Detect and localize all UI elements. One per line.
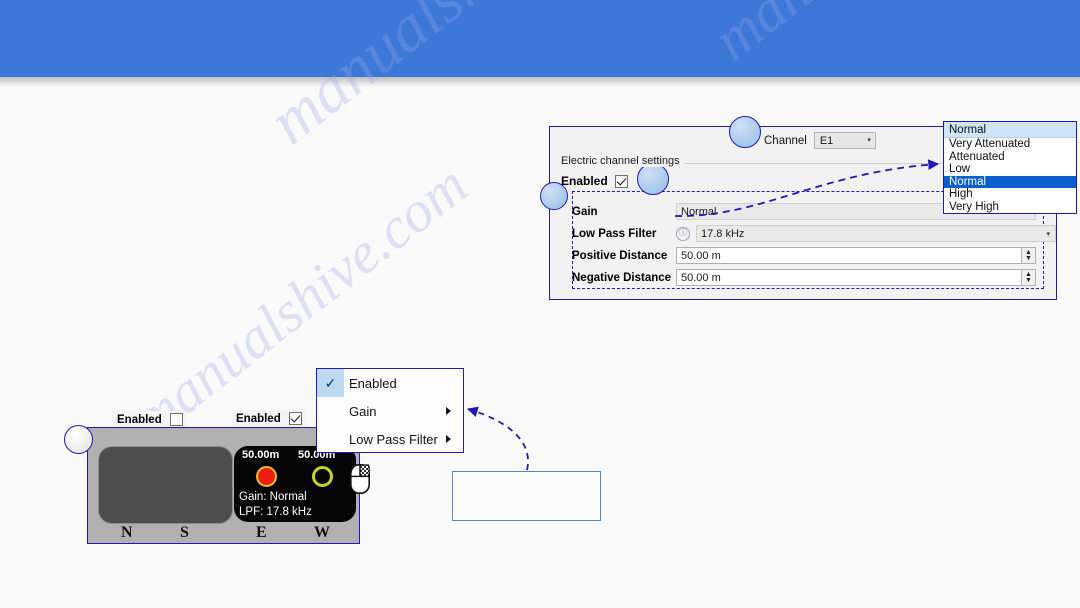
context-menu-label-low-pass-filter: Low Pass Filter — [349, 431, 438, 447]
gain-dropdown-list[interactable]: Normal Very Attenuated Attenuated Low No… — [943, 121, 1077, 214]
right-channel-display[interactable]: 50.00m 50.00m Gain: Normal LPF: 17.8 kHz — [234, 446, 356, 522]
callout-circle-settings — [637, 163, 669, 195]
submenu-arrow-icon — [446, 435, 451, 443]
field-label-gain: Gain — [572, 205, 598, 218]
field-label-low-pass-filter: Low Pass Filter — [572, 227, 657, 240]
led-indicator-yellow — [312, 466, 333, 487]
widget-enabled-right: Enabled — [232, 410, 306, 427]
channel-dropdown[interactable]: E1 ▾ — [813, 132, 876, 149]
context-menu-label-enabled: Enabled — [349, 375, 397, 391]
channel-label: Channel — [764, 134, 807, 147]
chevron-down-icon: ▾ — [867, 137, 871, 144]
gain-option-very-attenuated[interactable]: Very Attenuated — [944, 138, 1076, 151]
spinner-down-icon[interactable]: ▼ — [1025, 255, 1032, 262]
field-label-negative-distance: Negative Distance — [572, 271, 672, 284]
gain-option-high[interactable]: High — [944, 188, 1076, 201]
channel-selector-row: Channel E1 ▾ — [764, 132, 876, 149]
direction-label-south: S — [180, 524, 189, 541]
gain-dropdown-current[interactable]: Normal — [944, 122, 1076, 138]
field-row-positive-distance: Positive Distance 50.00 m ▲ ▼ — [572, 247, 1036, 264]
field-value-low-pass-filter: 17.8 kHz — [701, 227, 745, 240]
field-label-positive-distance: Positive Distance — [572, 249, 668, 262]
field-value-negative-distance: 50.00 m — [681, 271, 721, 284]
note-box — [452, 471, 601, 521]
widget-enabled-left-checkbox[interactable] — [169, 413, 183, 426]
panel-enabled-label: Enabled — [561, 174, 608, 188]
channel-value: E1 — [819, 134, 834, 147]
led-indicator-red — [256, 466, 277, 487]
context-menu-item-enabled[interactable]: ✓ Enabled — [317, 369, 463, 397]
mouse-right-click-icon — [350, 464, 370, 494]
field-value-positive-distance: 50.00 m — [681, 249, 721, 262]
panel-enabled-checkbox[interactable] — [614, 174, 628, 188]
field-row-low-pass-filter: Low Pass Filter ⓘ 17.8 kHz ▾ — [572, 225, 1056, 242]
spinner-down-icon[interactable]: ▼ — [1025, 277, 1032, 284]
widget-enabled-left-label: Enabled — [117, 413, 162, 426]
callout-circle-channel — [729, 116, 761, 148]
spinner-stepper[interactable]: ▲ ▼ — [1021, 270, 1035, 285]
check-icon: ✓ — [317, 369, 344, 397]
info-icon: ⓘ — [676, 226, 690, 241]
field-input-positive-distance[interactable]: 50.00 m ▲ ▼ — [676, 247, 1036, 264]
arrow-notebox-to-menu — [466, 406, 529, 471]
callout-circle-widget — [64, 425, 93, 454]
spinner-stepper[interactable]: ▲ ▼ — [1021, 248, 1035, 263]
left-channel-display[interactable] — [98, 446, 233, 524]
widget-enabled-left: Enabled — [113, 411, 187, 428]
widget-lpf-text: LPF: 17.8 kHz — [239, 506, 312, 518]
context-menu: ✓ Enabled Gain Low Pass Filter — [316, 368, 464, 453]
direction-label-east: E — [256, 524, 267, 541]
direction-label-west: W — [314, 524, 330, 541]
context-menu-label-gain: Gain — [349, 403, 377, 419]
distance-label-positive: 50.00m — [242, 449, 280, 461]
gain-option-normal[interactable]: Normal — [944, 175, 1076, 188]
gain-option-very-high[interactable]: Very High — [944, 201, 1076, 214]
field-input-negative-distance[interactable]: 50.00 m ▲ ▼ — [676, 269, 1036, 286]
menu-gutter — [317, 397, 344, 425]
widget-enabled-right-checkbox[interactable] — [288, 412, 302, 425]
field-row-negative-distance: Negative Distance 50.00 m ▲ ▼ — [572, 269, 1036, 286]
group-title: Electric channel settings — [561, 155, 684, 167]
context-menu-item-gain[interactable]: Gain — [317, 397, 463, 425]
gain-option-low[interactable]: Low — [944, 163, 1076, 176]
menu-gutter — [317, 425, 344, 453]
panel-enabled-row: Enabled — [561, 174, 628, 188]
gain-option-attenuated[interactable]: Attenuated — [944, 151, 1076, 164]
widget-enabled-right-label: Enabled — [236, 412, 281, 425]
chevron-down-icon: ▾ — [1046, 230, 1050, 238]
top-banner — [0, 0, 1080, 77]
field-input-low-pass-filter[interactable]: 17.8 kHz ▾ — [696, 225, 1056, 242]
banner-shadow — [0, 77, 1080, 87]
field-value-gain: Normal — [681, 205, 717, 218]
widget-gain-text: Gain: Normal — [239, 491, 307, 503]
submenu-arrow-icon — [446, 407, 451, 415]
context-menu-item-low-pass-filter[interactable]: Low Pass Filter — [317, 425, 463, 453]
direction-label-north: N — [121, 524, 133, 541]
